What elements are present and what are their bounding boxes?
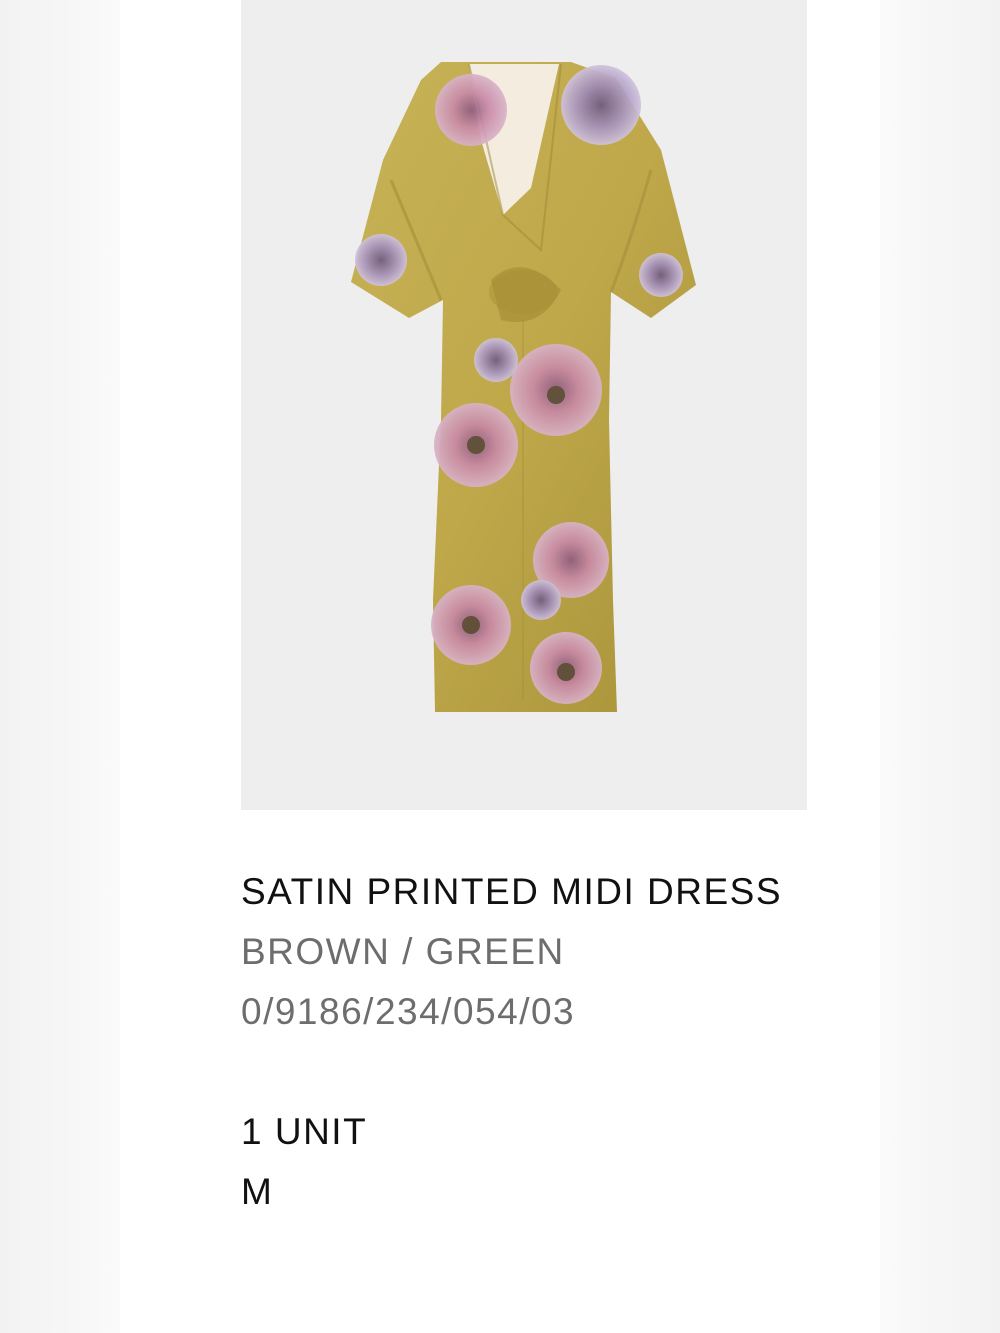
product-size: M	[241, 1171, 274, 1212]
page-margin-right	[880, 0, 1000, 1333]
product-quantity: 1 UNIT	[241, 1111, 368, 1152]
details-spacer	[241, 1042, 801, 1102]
product-color: BROWN / GREEN	[241, 931, 565, 972]
product-image[interactable]	[241, 0, 807, 810]
dress-illustration	[351, 62, 696, 712]
product-details: SATIN PRINTED MIDI DRESS BROWN / GREEN 0…	[241, 862, 801, 1222]
product-title[interactable]: SATIN PRINTED MIDI DRESS	[241, 862, 801, 922]
page-margin-left	[0, 0, 120, 1333]
product-reference: 0/9186/234/054/03	[241, 991, 576, 1032]
